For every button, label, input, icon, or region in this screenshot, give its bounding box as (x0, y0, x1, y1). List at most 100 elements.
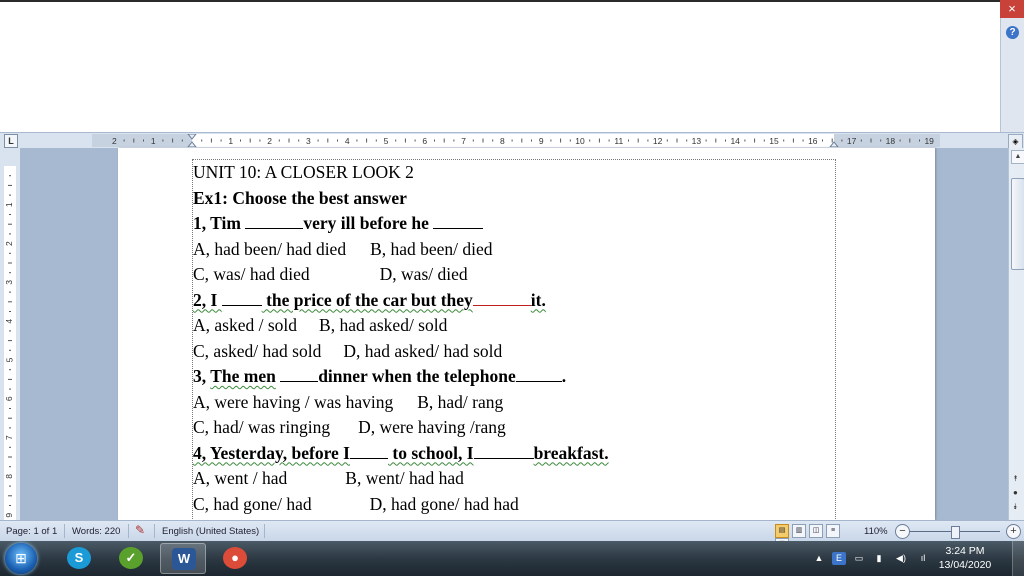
horizontal-ruler[interactable]: 2 1 1 2 3 4 5 6 7 8 9 10 11 12 13 14 15 16 17 18 19 (92, 134, 940, 147)
ruler-label: 19 (924, 136, 934, 146)
document-line: A, went / had B, went/ had had (193, 466, 835, 492)
network-icon[interactable]: ▮ (872, 552, 886, 565)
document-line: Ex1: Choose the best answer (193, 186, 835, 212)
close-icon[interactable]: × (1000, 0, 1024, 18)
taskbar-skype-button[interactable]: S (56, 543, 102, 574)
line-text: A, had been/ had died (193, 238, 347, 259)
horizontal-ruler-bar: L 2 1 1 2 3 4 5 6 7 8 9 10 11 12 13 14 15 16 17 18 19 ◈ (0, 132, 1024, 149)
ruler-label: 4 (345, 136, 350, 146)
line-text: A, were having / was having (193, 391, 394, 412)
input-method-icon[interactable]: E (832, 552, 846, 565)
ruler-ticks: 2 1 1 2 3 4 5 6 7 8 9 10 11 12 13 14 15 16 17 18 19 (112, 134, 934, 147)
ruler-label: 8 (4, 474, 14, 479)
document-page[interactable]: UNIT 10: A CLOSER LOOK 2 Ex1: Choose the … (118, 148, 935, 521)
vertical-ruler[interactable]: 1 2 3 4 5 6 7 8 9 (0, 148, 21, 520)
ruler-label: 1 (4, 202, 14, 207)
word-count[interactable]: Words: 220 (72, 526, 120, 537)
text-box[interactable]: UNIT 10: A CLOSER LOOK 2 Ex1: Choose the … (192, 159, 836, 521)
line-text: C, had gone/ had (193, 493, 312, 514)
line-text: B, had asked/ sold (319, 315, 448, 335)
document-line: A, asked / sold B, had asked/ sold (193, 313, 835, 339)
taskbar-word-button[interactable]: W (160, 543, 206, 574)
ruler-label: 2 (112, 136, 117, 146)
line-text: 4, Yesterday, before I (193, 442, 350, 463)
outline-icon[interactable]: ≡ (826, 524, 840, 538)
document-line: A, were having / was having B, had/ rang (193, 390, 835, 416)
proofing-icon[interactable]: ✎ (135, 523, 145, 537)
line-text: B, had been/ died (370, 238, 493, 259)
ruler-label: 13 (692, 136, 702, 146)
answer-blank (515, 367, 562, 382)
line-text: the price of the car but they (261, 289, 473, 310)
first-line-indent-marker (187, 134, 197, 140)
view-ruler-icon[interactable]: ◈ (1008, 134, 1023, 149)
scrollbar-thumb[interactable] (1011, 178, 1024, 270)
taskbar-app-green-button[interactable]: ✓ (108, 543, 154, 574)
ruler-label: 14 (730, 136, 740, 146)
full-screen-reading-icon[interactable]: ▥ (792, 524, 806, 538)
tab-selector-button[interactable]: L (4, 134, 18, 148)
ruler-label: 2 (4, 241, 14, 246)
ruler-label: 10 (575, 136, 585, 146)
clock-date: 13/04/2020 (938, 559, 992, 571)
vertical-scrollbar[interactable]: ▲ ⯭ ● ⯯ (1008, 148, 1024, 520)
answer-blank (433, 214, 484, 229)
document-line: 4, Yesterday, before I to school, I break… (193, 441, 835, 467)
word-icon: W (172, 548, 196, 570)
line-text: The men (210, 366, 276, 386)
line-text: C, had/ was ringing (193, 417, 331, 437)
vertical-ruler-ticks: 1 2 3 4 5 6 7 8 9 (4, 175, 14, 518)
clock[interactable]: 3:24 PM 13/04/2020 (925, 544, 1005, 572)
zoom-level[interactable]: 110% (864, 526, 888, 537)
language-indicator[interactable]: English (United States) (162, 526, 259, 537)
volume-icon[interactable]: ◀) (894, 552, 908, 565)
view-buttons: ▤▥◫≡☰ (775, 524, 857, 552)
answer-blank (473, 444, 534, 459)
help-icon[interactable]: ? (1006, 26, 1019, 39)
ruler-label: 5 (384, 136, 389, 146)
web-layout-icon[interactable]: ◫ (809, 524, 823, 538)
ruler-label: 18 (886, 136, 896, 146)
next-page-icon[interactable]: ⯯ (1013, 502, 1018, 512)
answer-blank (245, 214, 304, 229)
answer-blank (280, 367, 319, 382)
document-line: 3, The men dinner when the telephone. (193, 364, 835, 390)
document-line: 2, I the price of the car but they it. (193, 288, 835, 314)
window-controls-strip (1000, 0, 1024, 132)
taskbar-chrome-button[interactable]: ● (212, 543, 258, 574)
page-count[interactable]: Page: 1 of 1 (6, 526, 57, 537)
ruler-label: 1 (151, 136, 156, 146)
skype-icon: S (67, 547, 91, 569)
line-text: D, was/ died (379, 264, 468, 284)
line-text: A, went / had (193, 468, 288, 488)
document-line: C, had gone/ had D, had gone/ had had (193, 492, 835, 518)
line-text: A, asked / sold (193, 315, 298, 335)
ruler-label: 7 (461, 136, 466, 146)
line-text: B, went/ had had (345, 468, 464, 488)
document-line: C, was/ had died D, was/ died (193, 262, 835, 288)
action-center-icon[interactable]: ▭ (852, 552, 866, 565)
ruler-label: 2 (267, 136, 272, 146)
ruler-label: 9 (539, 136, 544, 146)
hanging-indent-marker (187, 141, 197, 147)
show-desktop-button[interactable] (1012, 541, 1024, 576)
clock-time: 3:24 PM (945, 545, 985, 557)
line-text: dinner when the telephone (318, 366, 516, 386)
chrome-icon: ● (223, 547, 247, 569)
ruler-label: 7 (4, 435, 14, 440)
select-browse-object-icon[interactable]: ● (1013, 488, 1018, 497)
scroll-up-icon[interactable]: ▲ (1011, 150, 1024, 164)
show-hidden-icons-icon[interactable]: ▲ (812, 552, 826, 565)
ruler-label: 9 (4, 513, 14, 518)
ruler-label: 6 (4, 396, 14, 401)
status-bar: Page: 1 of 1 Words: 220 ✎ English (Unite… (0, 520, 1024, 552)
previous-page-icon[interactable]: ⯭ (1013, 474, 1018, 484)
print-layout-icon[interactable]: ▤ (775, 524, 789, 538)
start-button-icon[interactable]: ⊞ (5, 543, 37, 574)
line-text: C, was/ had died (193, 264, 310, 284)
zoom-in-icon[interactable]: + (1006, 524, 1021, 539)
zoom-out-icon[interactable]: − (895, 524, 910, 539)
zoom-slider-thumb[interactable] (951, 526, 960, 539)
line-text: C, asked/ had sold (193, 340, 322, 361)
ruler-label: 3 (306, 136, 311, 146)
